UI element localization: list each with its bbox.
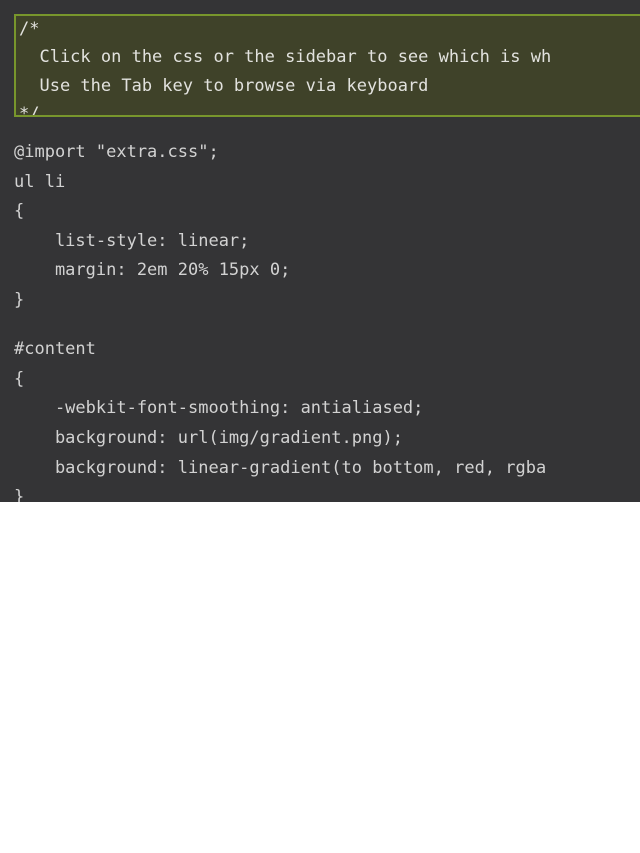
comment-line-3: */ bbox=[19, 104, 40, 117]
css-line-background-url[interactable]: background: url(img/gradient.png); bbox=[14, 423, 403, 453]
css-line-list-style[interactable]: list-style: linear; bbox=[14, 226, 249, 256]
css-line-margin[interactable]: margin: 2em 20% 15px 0; bbox=[14, 255, 290, 285]
css-line-import[interactable]: @import "extra.css"; bbox=[14, 137, 219, 167]
css-source-listing[interactable]: @import "extra.css"; ul li { list-style:… bbox=[14, 123, 640, 502]
css-line-close-brace-2: } bbox=[14, 487, 25, 502]
css-line-open-brace-2: { bbox=[14, 369, 25, 389]
css-line-background-gradient[interactable]: background: linear-gradient(to bottom, r… bbox=[14, 453, 546, 483]
css-editor-pane[interactable]: /* Click on the css or the sidebar to se… bbox=[0, 0, 640, 502]
css-line-font-smoothing[interactable]: -webkit-font-smoothing: antialiased; bbox=[14, 393, 423, 423]
css-line-selector-content[interactable]: #content bbox=[14, 334, 96, 364]
css-line-close-brace-1: } bbox=[14, 290, 25, 310]
page-body-region bbox=[0, 502, 640, 853]
css-line-selector-ul-li[interactable]: ul li bbox=[14, 167, 65, 197]
comment-line-2: Use the Tab key to browse via keyboard bbox=[19, 76, 429, 96]
comment-line-1: Click on the css or the sidebar to see w… bbox=[19, 47, 552, 67]
comment-line-0: /* bbox=[19, 19, 40, 39]
css-line-open-brace-1: { bbox=[14, 201, 25, 221]
css-comment-block[interactable]: /* Click on the css or the sidebar to se… bbox=[14, 14, 640, 117]
